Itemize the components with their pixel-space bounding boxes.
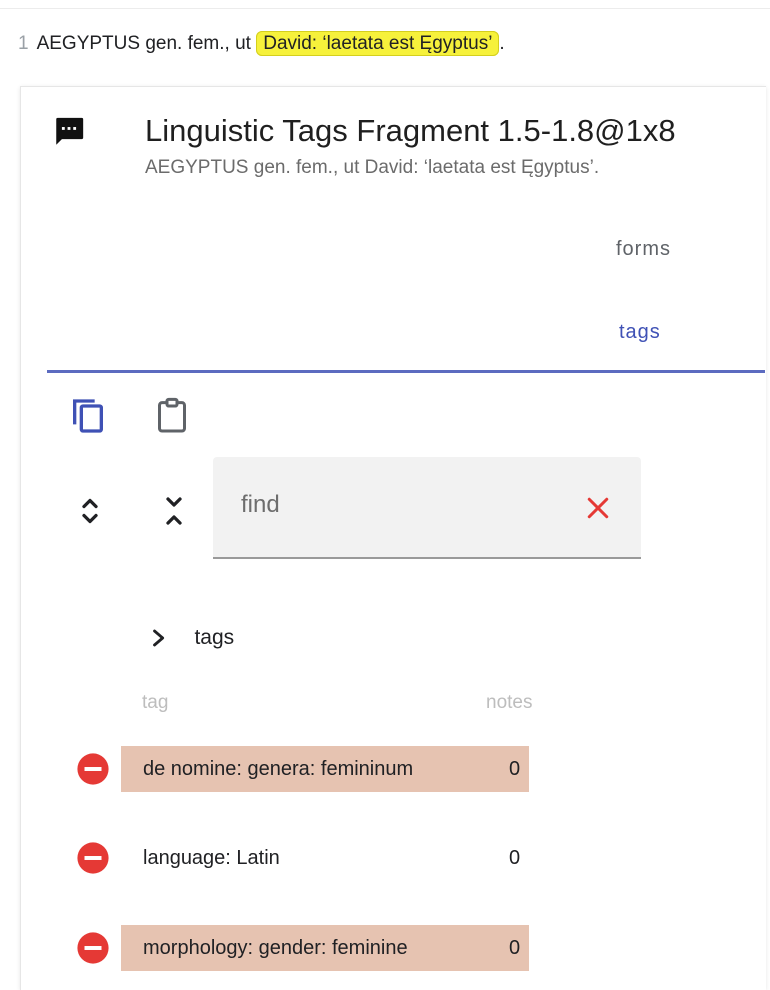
table-row[interactable]: morphology: gender: feminine 0 — [0, 925, 770, 971]
remove-circle-icon[interactable] — [76, 752, 110, 786]
row-notes: 0 — [509, 937, 521, 959]
column-header-tag: tag — [142, 692, 169, 713]
close-icon — [587, 497, 609, 519]
tab-forms[interactable]: forms — [616, 238, 671, 261]
row-notes: 0 — [509, 847, 521, 869]
table-row[interactable]: language: Latin 0 — [0, 835, 770, 881]
copy-icon — [73, 399, 104, 433]
column-header-notes: notes — [486, 692, 533, 713]
row-notes: 0 — [509, 758, 521, 780]
row-tag: language: Latin — [143, 847, 280, 869]
clear-find-button[interactable] — [583, 493, 613, 523]
line-number: 1 — [18, 33, 29, 54]
expand-all-button[interactable] — [72, 491, 108, 531]
line-text-after: . — [499, 33, 505, 54]
top-divider — [0, 0, 770, 9]
tree-node-label: tags — [194, 626, 235, 649]
part-title: Linguistic Tags Fragment 1.5-1.8@1x8 — [145, 113, 676, 148]
tree-node-tags[interactable]: tags — [148, 624, 234, 658]
part-subtitle: AEGYPTUS gen. fem., ut David: ‘laetata e… — [145, 157, 600, 178]
unfold-less-icon — [166, 497, 182, 525]
remove-circle-icon[interactable] — [76, 841, 110, 875]
clipboard-icon — [158, 397, 186, 433]
remove-circle-icon[interactable] — [76, 931, 110, 965]
copy-button[interactable] — [68, 396, 108, 436]
comment-icon — [56, 117, 84, 145]
line-text-highlight[interactable]: David: ‘laetata est Ęgyptus’ — [256, 31, 500, 56]
line-text-before: AEGYPTUS gen. fem., ut — [36, 33, 251, 54]
chevron-right-icon — [153, 629, 165, 647]
unfold-more-icon — [82, 498, 98, 524]
row-tag: de nomine: genera: femininum — [143, 758, 414, 780]
active-tab-indicator — [47, 370, 765, 373]
find-field — [213, 457, 641, 559]
collapse-all-button[interactable] — [156, 491, 192, 531]
find-input[interactable] — [239, 487, 563, 523]
table-row[interactable]: de nomine: genera: femininum 0 — [0, 746, 770, 792]
row-tag: morphology: gender: feminine — [143, 937, 408, 959]
text-line: 1 AEGYPTUS gen. fem., ut David: ‘laetata … — [18, 31, 505, 56]
tab-tags[interactable]: tags — [619, 321, 661, 344]
paste-button[interactable] — [152, 396, 192, 436]
